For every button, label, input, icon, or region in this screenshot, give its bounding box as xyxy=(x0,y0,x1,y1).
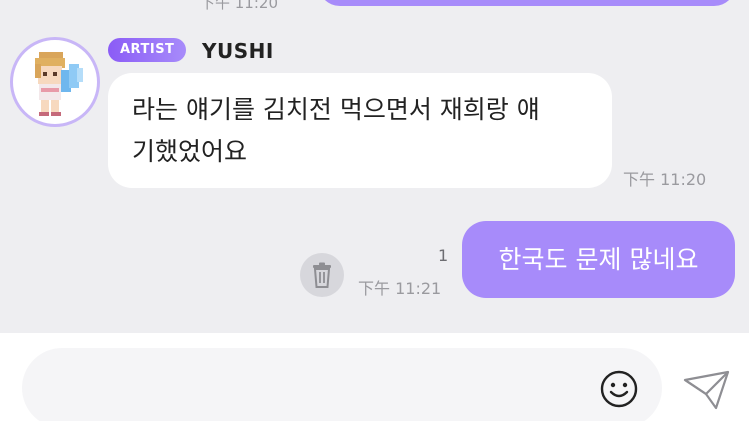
avatar[interactable] xyxy=(10,37,100,127)
chat-area: 下午 11:20 ARTIST YUSHI 라는 얘기를 김치전 먹으면서 재희… xyxy=(0,0,749,333)
previous-outgoing-bubble[interactable] xyxy=(318,0,736,6)
unread-count: 1 xyxy=(438,246,449,265)
previous-message-time: 下午 11:20 xyxy=(200,0,278,12)
paper-plane-icon xyxy=(683,370,730,410)
message-input[interactable] xyxy=(22,348,662,421)
emoji-button[interactable] xyxy=(599,369,639,409)
incoming-message-time: 下午 11:20 xyxy=(623,170,707,189)
incoming-message-bubble[interactable]: 라는 얘기를 김치전 먹으면서 재희랑 얘 기했었어요 xyxy=(108,73,612,188)
send-button[interactable] xyxy=(682,368,732,412)
outgoing-message-bubble[interactable]: 한국도 문제 많네요 xyxy=(462,221,735,298)
trash-icon xyxy=(313,262,331,288)
sender-name: YUSHI xyxy=(202,39,274,63)
outgoing-message-time: 下午 11:21 xyxy=(358,279,442,298)
artist-badge: ARTIST xyxy=(108,38,187,62)
smiley-icon xyxy=(600,370,638,408)
incoming-message-line-2: 기했었어요 xyxy=(132,137,248,166)
pixel-character-avatar-icon xyxy=(35,52,83,116)
delete-message-button[interactable] xyxy=(300,253,344,297)
incoming-message-line-1: 라는 얘기를 김치전 먹으면서 재희랑 얘 xyxy=(132,95,540,124)
